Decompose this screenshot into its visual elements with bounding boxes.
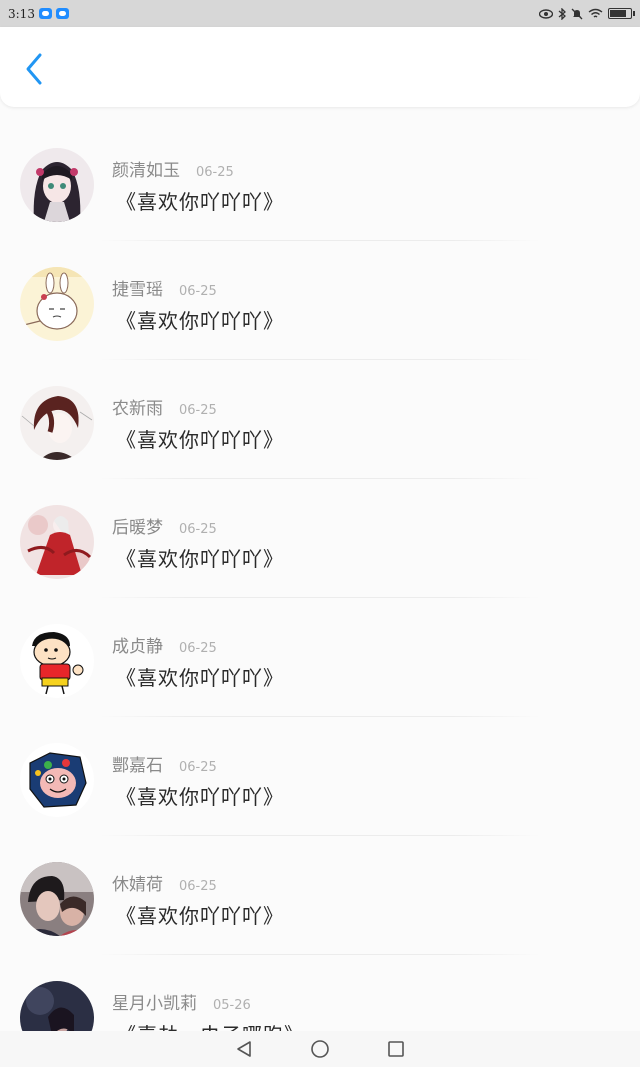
item-name: 星月小凯莉 05-26	[112, 994, 251, 1014]
item-date: 06-25	[196, 165, 234, 180]
item-message: 《喜欢你吖吖吖》	[116, 785, 284, 809]
bunny-avatar[interactable]	[20, 267, 94, 341]
back-button[interactable]	[14, 49, 54, 89]
item-message: 《喜欢你吖吖吖》	[116, 904, 284, 928]
item-date: 06-25	[179, 403, 217, 418]
status-left: 3:13	[8, 7, 69, 21]
item-date: 06-25	[179, 879, 217, 894]
item-name: 后暖梦 06-25	[112, 518, 217, 538]
status-time: 3:13	[8, 6, 35, 21]
item-date: 06-25	[179, 522, 217, 537]
recents-square-icon[interactable]	[385, 1038, 407, 1060]
item-message: 《喜欢你吖吖吖》	[116, 547, 284, 571]
item-message: 《喜欢你吖吖吖》	[116, 428, 284, 452]
item-name: 酆嘉石 06-25	[112, 756, 217, 776]
cartoon-kid-avatar[interactable]	[20, 624, 94, 698]
item-date: 05-26	[213, 998, 251, 1013]
cartoon-face-avatar[interactable]	[20, 743, 94, 817]
list-item[interactable]: 酆嘉石 06-25 《喜欢你吖吖吖》	[0, 717, 640, 836]
list-item[interactable]: 颜清如玉 06-25 《喜欢你吖吖吖》	[0, 122, 640, 241]
list-item[interactable]: 后暖梦 06-25 《喜欢你吖吖吖》	[0, 479, 640, 598]
item-name: 捷雪瑶 06-25	[112, 280, 217, 300]
couple-photo-avatar[interactable]	[20, 862, 94, 936]
item-name: 成贞静 06-25	[112, 637, 217, 657]
item-message: 《喜欢你吖吖吖》	[116, 666, 284, 690]
item-date: 06-25	[179, 284, 217, 299]
item-date: 06-25	[179, 641, 217, 656]
item-date: 06-25	[179, 760, 217, 775]
item-message: 《喜欢你吖吖吖》	[116, 190, 284, 214]
status-bar: 3:13	[0, 0, 640, 27]
list-item[interactable]: 成贞静 06-25 《喜欢你吖吖吖》	[0, 598, 640, 717]
red-dress-avatar[interactable]	[20, 505, 94, 579]
item-name: 休婧荷 06-25	[112, 875, 217, 895]
app-screen: 3:13 颜清如玉 06-25 《喜欢你吖吖吖》 捷雪瑶 06-25 《喜欢你吖…	[0, 0, 640, 1067]
chevron-left-icon	[26, 53, 42, 85]
wifi-icon	[588, 8, 603, 18]
item-message: 《喜欢你吖吖吖》	[116, 309, 284, 333]
message-list: 颜清如玉 06-25 《喜欢你吖吖吖》 捷雪瑶 06-25 《喜欢你吖吖吖》 农…	[0, 122, 640, 1067]
header	[0, 27, 640, 107]
bluetooth-icon	[558, 7, 566, 20]
anime-girl-avatar[interactable]	[20, 148, 94, 222]
status-right	[539, 7, 635, 20]
list-item[interactable]: 休婧荷 06-25 《喜欢你吖吖吖》	[0, 836, 640, 955]
cloud-icon	[38, 8, 52, 19]
battery-icon	[608, 8, 635, 19]
back-triangle-icon[interactable]	[233, 1038, 255, 1060]
eye-icon	[539, 8, 553, 19]
list-item[interactable]: 农新雨 06-25 《喜欢你吖吖吖》	[0, 360, 640, 479]
mute-icon	[571, 8, 583, 19]
list-item[interactable]: 捷雪瑶 06-25 《喜欢你吖吖吖》	[0, 241, 640, 360]
system-nav-bar	[0, 1031, 640, 1067]
item-name: 农新雨 06-25	[112, 399, 217, 419]
item-name: 颜清如玉 06-25	[112, 161, 234, 181]
cloud-icon	[55, 8, 69, 19]
home-circle-icon[interactable]	[309, 1038, 331, 1060]
sketch-boy-avatar[interactable]	[20, 386, 94, 460]
